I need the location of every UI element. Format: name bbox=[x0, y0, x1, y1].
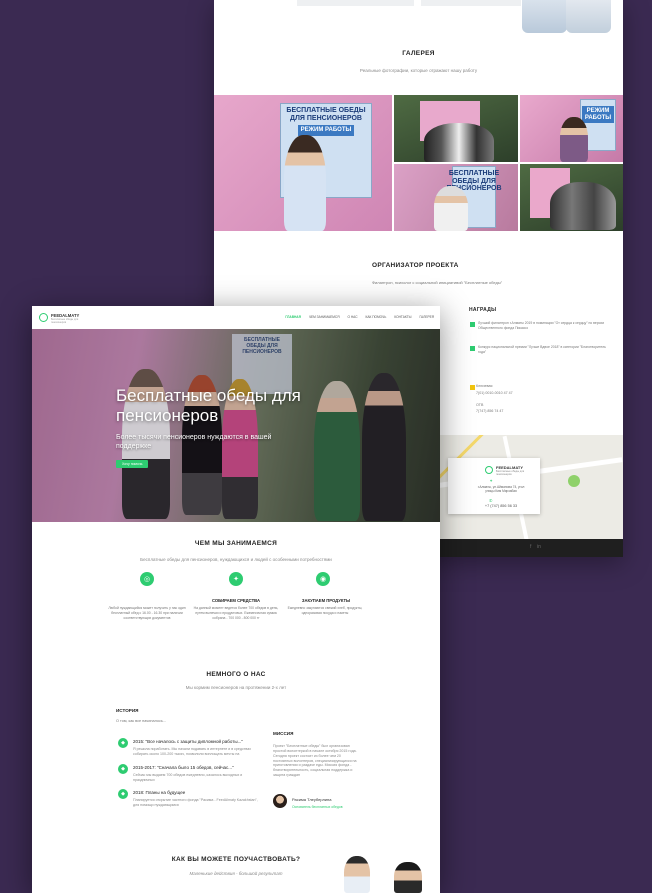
award-item-1: Лучший филантроп г.Алматы 2019 в номинац… bbox=[478, 321, 605, 330]
timeline-icon-3: ◆ bbox=[118, 789, 128, 799]
gallery-title: ГАЛЕРЕЯ bbox=[402, 50, 435, 57]
instagram-icon[interactable]: in bbox=[537, 544, 541, 550]
feature-text-3: Ежедневно закупаются свежий хлеб, продук… bbox=[287, 606, 363, 615]
nav-about[interactable]: О НАС bbox=[348, 315, 358, 319]
gallery-photo-2[interactable] bbox=[394, 95, 518, 162]
logo-tagline: Бесплатные обеды для пенсионеров bbox=[51, 318, 79, 324]
contact-label-1: Ключевая bbox=[476, 384, 493, 388]
timeline-head-1: 2015: "Все началось с защиты дипломной р… bbox=[133, 739, 243, 744]
phone-icon bbox=[470, 385, 475, 390]
hero-subtitle: Более тысячи пенсионеров нуждаются в ваш… bbox=[116, 434, 272, 450]
phone-green-icon: ✆ bbox=[489, 498, 493, 503]
header: FEEDALMATY Бесплатные обеды для пенсионе… bbox=[32, 306, 440, 329]
feature-text-2: На данный момент ведется более 700 обедо… bbox=[193, 606, 279, 620]
gallery-photo-4[interactable]: БЕСПЛАТНЫЕ ОБЕДЫ ДЛЯ ПЕНСИОНЕРОВ bbox=[394, 164, 518, 231]
cart-icon: ◉ bbox=[316, 572, 330, 586]
what-we-do-subtitle: Бесплатные обеды для пенсионеров, нуждаю… bbox=[140, 557, 332, 562]
man-figure bbox=[434, 186, 468, 231]
award-icon-2 bbox=[470, 346, 475, 351]
gallery-photo-main[interactable]: БЕСПЛАТНЫЕ ОБЕДЫ ДЛЯ ПЕНСИОНЕРОВ РЕЖИМ Р… bbox=[214, 95, 392, 231]
history-title: ИСТОРИЯ bbox=[116, 708, 139, 713]
money-icon: ✦ bbox=[229, 572, 243, 586]
person-role: Основатель бесплатных обедов bbox=[292, 805, 343, 809]
nav-contacts[interactable]: КОНТАКТЫ bbox=[394, 315, 411, 319]
woman-figure bbox=[284, 135, 326, 231]
award-icon bbox=[470, 322, 475, 327]
help-button[interactable]: Хочу помочь bbox=[116, 460, 149, 468]
timeline-text-1: Я решила поработать. Мы начали подавать … bbox=[133, 747, 252, 756]
avatar bbox=[273, 794, 287, 808]
timeline-head-2: 2015-2017: "Сначала было 15 обедов, сейч… bbox=[133, 765, 234, 770]
award-item-2: Конкурс национальной премии "Лучше Вдвое… bbox=[478, 345, 606, 354]
feature-text-1: Любой нуждающийся может получить у нас о… bbox=[108, 606, 186, 620]
gallery-subtitle: Реальные фотографии, которые отражают на… bbox=[359, 68, 478, 73]
top-card-1 bbox=[297, 0, 414, 6]
contact-value-1: 7(01) 0010-0010 47 47 bbox=[476, 391, 513, 395]
map-info-card: FEEDALMATY Бесплатные обеды для пенсионе… bbox=[448, 458, 540, 514]
gallery-sign-text: БЕСПЛАТНЫЕ ОБЕДЫ ДЛЯ ПЕНСИОНЕРОВ bbox=[286, 107, 366, 122]
timeline-icon-1: ◆ bbox=[118, 738, 128, 748]
timeline-head-3: 2018: Планы на будущее bbox=[133, 790, 186, 795]
woman-figure-2 bbox=[560, 117, 588, 162]
volunteer-photo-1 bbox=[522, 0, 567, 33]
crowd-2 bbox=[550, 182, 616, 230]
what-we-do-title: ЧЕМ МЫ ЗАНИМАЕМСЯ bbox=[194, 540, 278, 547]
contact-label-2: ОТВ bbox=[476, 403, 484, 407]
organizer-subtitle: Филантроп, психолог с социальной инициат… bbox=[372, 280, 503, 285]
timeline-text-3: Планируется открытие частного фонда "Рас… bbox=[133, 798, 258, 807]
lunch-icon: ◎ bbox=[140, 572, 154, 586]
crowd bbox=[424, 123, 494, 162]
how-help-subtitle: Маленькие действия - большой результат bbox=[189, 871, 283, 876]
nav-what-we-do[interactable]: ЧЕМ ЗАНИМАЕМСЯ bbox=[309, 315, 340, 319]
nav-home[interactable]: ГЛАВНАЯ bbox=[285, 315, 300, 319]
gallery-photo-3[interactable]: РЕЖИМ РАБОТЫ bbox=[520, 95, 623, 162]
contact-value-2: 7(747) 856 74 47 bbox=[476, 409, 504, 413]
history-subtitle: О том, как все начиналось... bbox=[116, 719, 166, 723]
volunteer-man bbox=[344, 856, 370, 893]
facebook-icon[interactable]: f bbox=[530, 544, 531, 550]
buy-products-title: ЗАКУПАЕМ ПРОДУКТЫ bbox=[301, 598, 351, 603]
main-nav: ГЛАВНАЯ ЧЕМ ЗАНИМАЕМСЯ О НАС КАК ПОМОЧЬ … bbox=[285, 315, 434, 319]
map-card-address: г.Алматы, ул.Айманова 74, угол улицы Ким… bbox=[477, 485, 525, 494]
timeline-text-2: Сейчас мы выдаем 700 обедов ежедневно, к… bbox=[133, 773, 243, 782]
about-title: НЕМНОГО О НАС bbox=[206, 671, 266, 678]
mission-text: Проект "Бесплатные обеды" был организова… bbox=[273, 744, 357, 778]
map-card-phone: +7 (747) 856 56 33 bbox=[484, 504, 518, 508]
organizer-title: ОРГАНИЗАТОР ПРОЕКТА bbox=[372, 262, 459, 269]
nav-gallery[interactable]: ГАЛЕРЕЯ bbox=[420, 315, 434, 319]
volunteer-photo-2 bbox=[566, 0, 611, 33]
about-subtitle: Мы кормим пенсионеров на протяжении 2-х … bbox=[185, 685, 287, 690]
nav-how-to-help[interactable]: КАК ПОМОЧЬ bbox=[366, 315, 387, 319]
gallery-sign-small-text: РЕЖИМ РАБОТЫ bbox=[581, 106, 615, 124]
timeline-icon-2: ◆ bbox=[118, 764, 128, 774]
front-page-screenshot: FEEDALMATY Бесплатные обеды для пенсионе… bbox=[32, 306, 440, 893]
collect-funds-title: СОБИРАЕМ СРЕДСТВА bbox=[211, 598, 260, 603]
logo-icon bbox=[485, 466, 493, 474]
gallery-photo-5[interactable] bbox=[520, 164, 623, 231]
map-park bbox=[568, 475, 580, 487]
mission-title: МИССИЯ bbox=[273, 731, 294, 736]
person-name: Расима Тлеуберлина bbox=[292, 797, 332, 802]
volunteer-woman bbox=[394, 862, 422, 893]
logo-icon[interactable] bbox=[39, 313, 48, 322]
hero-title: Бесплатные обеды для пенсионеров bbox=[116, 386, 301, 426]
top-card-2 bbox=[421, 0, 521, 6]
how-help-title: КАК ВЫ МОЖЕТЕ ПОУЧАСТВОВАТЬ? bbox=[171, 856, 301, 863]
awards-title: НАГРАДЫ bbox=[469, 307, 497, 313]
map-card-tagline: Бесплатные обеды для пенсионеров bbox=[496, 470, 525, 476]
location-icon: ⌖ bbox=[490, 478, 493, 483]
